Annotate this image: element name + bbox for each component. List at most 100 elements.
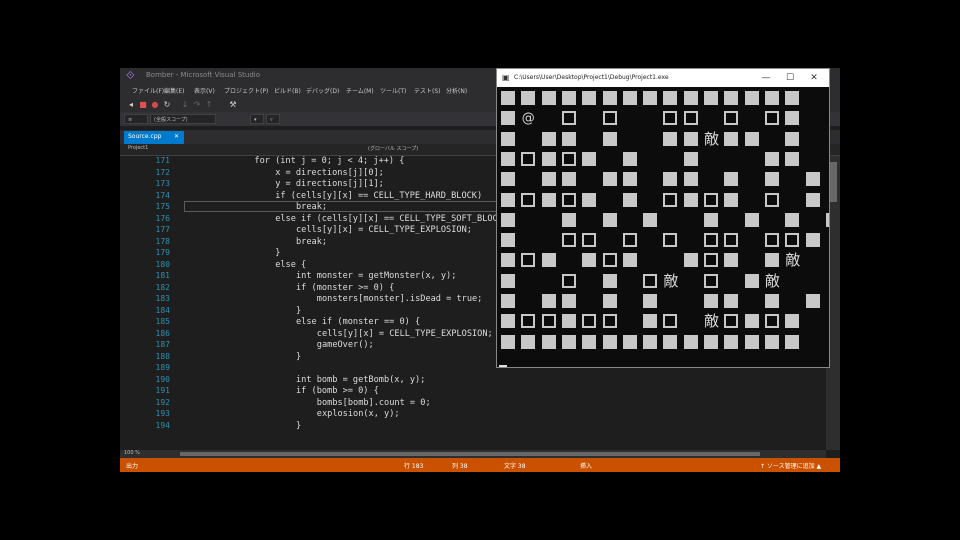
console-window[interactable]: ▣ C:\Users\User\Desktop\Project1\Debug\P… (496, 68, 830, 368)
hard-block (805, 294, 820, 308)
soft-block (704, 273, 718, 288)
step-into-icon[interactable]: ↓ (180, 100, 190, 110)
hard-block (561, 314, 576, 329)
soft-block (582, 233, 597, 248)
hard-block (724, 294, 739, 308)
line-number: 180 (155, 259, 170, 269)
hard-block (663, 334, 678, 349)
hard-block (785, 91, 800, 105)
maximize-icon[interactable]: ☐ (779, 70, 801, 86)
soft-block (704, 253, 718, 268)
code-line: int bomb = getBomb(x, y); (296, 374, 426, 385)
tab-source-cpp[interactable]: Source.cpp ✕ (124, 131, 184, 144)
console-path: C:\Users\User\Desktop\Project1\Debug\Pro… (514, 74, 669, 81)
hard-block (622, 91, 637, 105)
menu-team[interactable]: チーム(M) (346, 86, 374, 95)
hard-block (501, 253, 515, 268)
console-cursor (499, 365, 507, 367)
menu-file[interactable]: ファイル(F) (132, 86, 164, 95)
hard-block (541, 253, 556, 268)
scope-selector[interactable]: (グローバル スコープ) (368, 145, 418, 152)
hard-block (683, 253, 698, 268)
hard-block (501, 334, 515, 349)
hard-block (561, 131, 576, 146)
close-tab-icon[interactable]: ✕ (174, 131, 179, 143)
hard-block (643, 314, 658, 329)
code-line: if (cells[y][x] == CELL_TYPE_HARD_BLOCK) (275, 190, 483, 201)
record-icon[interactable]: ● (150, 100, 160, 110)
soft-block (724, 314, 739, 329)
line-number: 177 (155, 225, 170, 234)
code-line: if (monster >= 0) { (296, 282, 395, 293)
hard-block (561, 294, 576, 308)
tools-icon[interactable]: ⚒ (228, 100, 238, 110)
minimize-icon[interactable]: — (755, 70, 777, 86)
hard-block (501, 314, 515, 329)
hard-block (764, 294, 779, 308)
soft-block (561, 151, 576, 166)
line-number: 193 (155, 409, 170, 418)
menu-edit[interactable]: 編集(E) (164, 86, 184, 95)
filter-icon[interactable]: ▿ (266, 114, 280, 124)
soft-block (602, 111, 617, 126)
soft-block (561, 273, 576, 288)
menu-tools[interactable]: ツール(T) (380, 86, 406, 95)
code-line: monsters[monster].isDead = true; (316, 294, 483, 304)
hard-block (521, 91, 536, 105)
step-out-icon[interactable]: ↑ (204, 100, 214, 110)
menu-build[interactable]: ビルド(B) (274, 86, 301, 95)
code-line: } (296, 305, 302, 316)
enemy-cell: 敵 (704, 312, 720, 331)
menu-project[interactable]: プロジェクト(P) (224, 86, 268, 95)
status-line: 行 183 (404, 463, 424, 470)
code-line: gameOver(); (316, 340, 374, 350)
restart-icon[interactable]: ↻ (162, 100, 172, 110)
close-icon[interactable]: ✕ (803, 70, 825, 86)
visual-studio-logo-icon: ⟐ (126, 69, 135, 82)
hard-block (704, 294, 718, 308)
h-scroll-thumb[interactable] (180, 452, 760, 456)
project-dropdown[interactable]: (全般スコープ) (150, 114, 216, 124)
soft-block (521, 192, 536, 207)
hard-block (663, 172, 678, 187)
enemy-cell: 敵 (785, 251, 801, 270)
soft-block (663, 111, 678, 126)
line-number: 178 (155, 236, 170, 246)
code-line: } (296, 351, 302, 362)
menu-view[interactable]: 表示(V) (194, 86, 215, 95)
hard-block (643, 212, 658, 227)
scroll-thumb[interactable] (829, 162, 837, 202)
status-insert-mode: 挿入 (580, 463, 593, 470)
hard-block (764, 151, 779, 166)
project-selector[interactable]: Project1 (128, 145, 148, 151)
soft-block (704, 192, 718, 207)
menu-analyze[interactable]: 分析(N) (446, 86, 467, 95)
hard-block (602, 131, 617, 146)
horizontal-scrollbar[interactable] (120, 450, 826, 458)
step-over-icon[interactable]: ↷ (192, 100, 202, 110)
hard-block (501, 212, 515, 227)
code-line: else { (275, 259, 307, 270)
menu-test[interactable]: テスト(S) (414, 86, 441, 95)
line-number: 188 (155, 351, 170, 361)
thread-icon[interactable]: ▾ (250, 114, 264, 124)
code-line: y = directions[j][1]; (275, 179, 384, 189)
hard-block (541, 131, 556, 146)
hard-block (744, 131, 759, 146)
menu-debug[interactable]: デバッグ(D) (306, 86, 339, 95)
zoom-level[interactable]: 100 % (124, 450, 140, 456)
back-icon[interactable]: ◂ (126, 100, 136, 110)
add-to-source-control-button[interactable]: ↑ ソース管理に追加 ▲ (760, 461, 821, 470)
hard-block (683, 172, 698, 187)
hard-block (501, 294, 515, 308)
stop-debugging-icon[interactable]: ■ (138, 100, 148, 110)
hard-block (764, 91, 779, 105)
hard-block (704, 91, 718, 105)
soft-block (643, 273, 658, 288)
hard-block (785, 334, 800, 349)
line-number: 187 (155, 340, 170, 349)
hard-block (582, 334, 597, 349)
hard-block (582, 253, 597, 268)
soft-block (602, 253, 617, 268)
code-line: bombs[bomb].count = 0; (316, 397, 431, 408)
